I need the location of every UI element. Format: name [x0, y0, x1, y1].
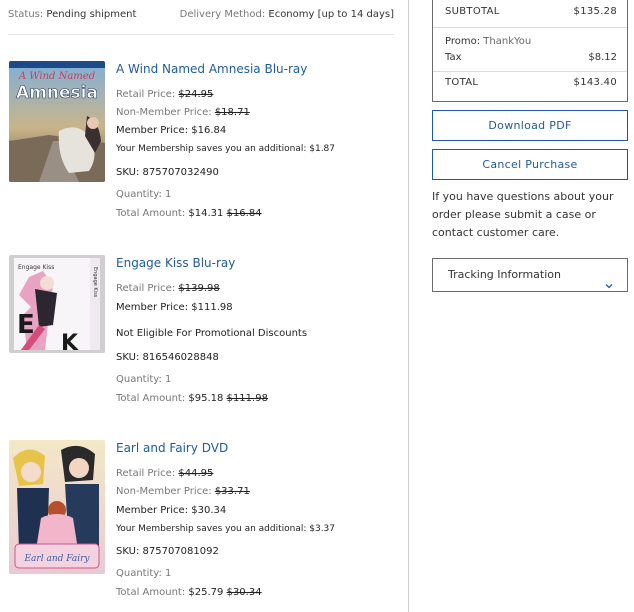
svg-text:K: K	[61, 331, 79, 353]
item-title-link[interactable]: Engage Kiss Blu-ray	[116, 256, 235, 270]
tracking-label: Tracking Information	[448, 268, 561, 281]
cover-title-text: Engage Kiss	[18, 264, 54, 271]
nonmember-price-line: Non-Member Price: $33.71	[116, 486, 250, 497]
total-label: Total Amount:	[116, 393, 186, 404]
delivery-method: Delivery Method: Economy [up to 14 days]	[180, 9, 394, 20]
promo-label: Promo:	[445, 36, 481, 47]
cancel-purchase-button[interactable]: Cancel Purchase	[432, 149, 628, 180]
member-price: $30.34	[191, 505, 227, 516]
total-price: $95.18	[188, 393, 224, 404]
total-row: TOTAL $143.40	[445, 77, 617, 88]
svg-text:Engage Kiss: Engage Kiss	[92, 267, 98, 298]
total-label: TOTAL	[445, 77, 479, 88]
member-label: Member Price:	[116, 125, 189, 136]
status: Status: Pending shipment	[8, 9, 136, 20]
member-label: Member Price:	[116, 302, 189, 313]
cover-title-text: Earl and Fairy	[23, 554, 90, 564]
total-price: $14.31	[188, 208, 224, 219]
subtotal-label: SUBTOTAL	[445, 6, 500, 17]
order-summary-box: SUBTOTAL $135.28 Promo: ThankYou Tax $8.…	[432, 0, 628, 102]
order-summary-panel: SUBTOTAL $135.28 Promo: ThankYou Tax $8.…	[409, 0, 634, 612]
item-title-link[interactable]: Earl and Fairy DVD	[116, 441, 228, 455]
retail-price-line: Retail Price: $24.95	[116, 89, 213, 100]
quantity: Quantity: 1	[116, 374, 172, 385]
product-cover-image[interactable]: A Wind Named Amnesia	[9, 61, 105, 182]
total-original-price: $30.34	[226, 587, 262, 598]
member-price: $16.84	[191, 125, 227, 136]
tax-label: Tax	[445, 52, 462, 63]
sku: SKU: 875707032490	[116, 167, 219, 178]
status-value: Pending shipment	[46, 9, 137, 20]
order-items-panel: Status: Pending shipment Delivery Method…	[0, 0, 408, 612]
retail-label: Retail Price:	[116, 283, 176, 294]
cover-title-text: Amnesia	[16, 83, 98, 103]
promo-row: Promo: ThankYou	[445, 36, 617, 47]
nonmember-label: Non-Member Price:	[116, 486, 212, 497]
svg-text:E: E	[17, 310, 35, 340]
cover-script-text: A Wind Named	[18, 71, 95, 82]
savings-note: Your Membership saves you an additional:…	[116, 524, 336, 534]
status-label: Status:	[8, 9, 44, 20]
tax-row: Tax $8.12	[445, 52, 617, 63]
member-price: $111.98	[191, 302, 233, 313]
summary-divider	[433, 27, 627, 28]
tax-value: $8.12	[588, 52, 617, 63]
delivery-label: Delivery Method:	[179, 9, 266, 20]
total-amount-line: Total Amount: $14.31 $16.84	[116, 208, 262, 219]
total-amount-line: Total Amount: $95.18 $111.98	[116, 393, 268, 404]
member-price-line: Member Price: $111.98	[116, 302, 233, 313]
nonmember-price: $33.71	[214, 486, 250, 497]
order-status-row: Status: Pending shipment Delivery Method…	[8, 9, 394, 25]
member-label: Member Price:	[116, 505, 189, 516]
sku: SKU: 875707081092	[116, 546, 219, 557]
member-price-line: Member Price: $16.84	[116, 125, 226, 136]
help-text: If you have questions about your order p…	[432, 190, 614, 239]
total-price: $25.79	[188, 587, 224, 598]
total-amount-line: Total Amount: $25.79 $30.34	[116, 587, 262, 598]
header-divider	[8, 34, 394, 35]
retail-price: $139.98	[178, 283, 220, 294]
nonmember-price: $18.71	[214, 107, 250, 118]
total-value: $143.40	[573, 77, 617, 88]
quantity: Quantity: 1	[116, 189, 172, 200]
delivery-value: Economy [up to 14 days]	[268, 9, 394, 20]
product-cover-image[interactable]: E K Engage Kiss Engage Kiss	[9, 255, 105, 353]
total-label: Total Amount:	[116, 208, 186, 219]
subtotal-value: $135.28	[573, 6, 617, 17]
eligibility-note: Not Eligible For Promotional Discounts	[116, 328, 308, 339]
item-title-link[interactable]: A Wind Named Amnesia Blu-ray	[116, 62, 307, 76]
sku: SKU: 816546028848	[116, 352, 219, 363]
retail-label: Retail Price:	[116, 468, 176, 479]
retail-price-line: Retail Price: $44.95	[116, 468, 213, 479]
total-label: Total Amount:	[116, 587, 186, 598]
member-price-line: Member Price: $30.34	[116, 505, 226, 516]
chevron-down-icon	[605, 271, 613, 289]
tracking-information-dropdown[interactable]: Tracking Information	[432, 258, 628, 292]
nonmember-price-line: Non-Member Price: $18.71	[116, 107, 250, 118]
total-original-price: $111.98	[226, 393, 268, 404]
nonmember-label: Non-Member Price:	[116, 107, 212, 118]
summary-divider	[433, 71, 627, 72]
retail-price-line: Retail Price: $139.98	[116, 283, 220, 294]
download-pdf-button[interactable]: Download PDF	[432, 110, 628, 141]
savings-note: Your Membership saves you an additional:…	[116, 144, 336, 154]
quantity: Quantity: 1	[116, 568, 172, 579]
retail-price: $44.95	[178, 468, 214, 479]
total-original-price: $16.84	[226, 208, 262, 219]
retail-label: Retail Price:	[116, 89, 176, 100]
promo-code: ThankYou	[483, 36, 532, 47]
subtotal-row: SUBTOTAL $135.28	[445, 6, 617, 17]
retail-price: $24.95	[178, 89, 214, 100]
product-cover-image[interactable]: Earl and Fairy	[9, 440, 105, 574]
